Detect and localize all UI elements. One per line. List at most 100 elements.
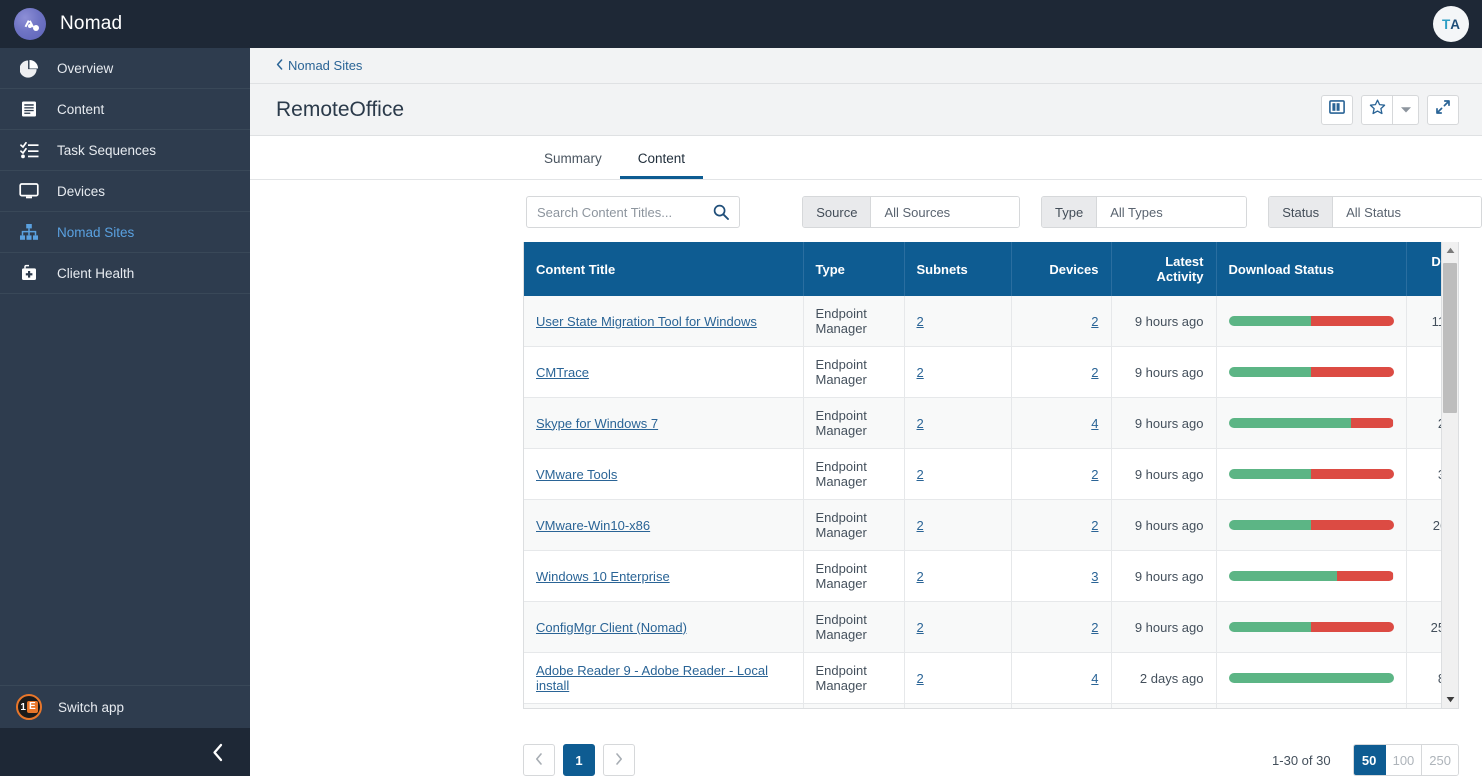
cell-download-status (1216, 448, 1407, 500)
tab-content[interactable]: Content (619, 151, 704, 179)
table-vertical-scrollbar[interactable] (1441, 242, 1458, 708)
cell-devices: 2 (1011, 499, 1112, 551)
scroll-up-arrow-icon[interactable] (1442, 242, 1458, 259)
cell-download-bytes: 4.62 GB (1406, 550, 1441, 602)
sidebar-item-task-sequences[interactable]: Task Sequences (0, 130, 250, 171)
content-title-link[interactable]: Skype for Windows 7 (536, 416, 658, 431)
avatar[interactable]: TA (1433, 6, 1469, 42)
scrollbar-track[interactable] (1442, 259, 1458, 691)
content-table: Content Title Type Subnets Devices Lates… (524, 242, 1441, 708)
subnets-link[interactable]: 2 (917, 518, 924, 533)
scroll-down-arrow-icon[interactable] (1442, 691, 1458, 708)
tab-summary[interactable]: Summary (526, 151, 620, 180)
column-header-devices[interactable]: Devices (1011, 242, 1112, 296)
download-status-bar (1228, 469, 1394, 479)
subnets-link[interactable]: 2 (917, 620, 924, 635)
cell-type: Endpoint Manager (803, 550, 905, 602)
cell-subnets: 2 (904, 346, 1012, 398)
one-e-logo-icon: 1E (16, 694, 42, 720)
pagination-controls: 1 (523, 744, 635, 776)
top-bar: TA (250, 0, 1482, 48)
devices-link[interactable]: 3 (1091, 569, 1098, 584)
sidebar-brand[interactable]: Nomad (0, 0, 250, 48)
content-title-link[interactable]: User State Migration Tool for Windows (536, 314, 757, 329)
sidebar-collapse-button[interactable] (0, 728, 250, 776)
cell-download-status (1216, 346, 1407, 398)
table-row: 2020-10 Cumulative Update for Windows 10… (524, 703, 1441, 708)
search-box[interactable] (526, 196, 741, 228)
pagination-page-1[interactable]: 1 (563, 744, 595, 776)
download-status-bar (1228, 673, 1394, 683)
column-header-download-bytes[interactable]: Download Bytes (1406, 242, 1441, 296)
page-size-100[interactable]: 100 (1385, 745, 1423, 775)
expand-button[interactable] (1427, 94, 1459, 125)
cell-download-status (1216, 499, 1407, 551)
page-size-250[interactable]: 250 (1422, 745, 1458, 775)
star-icon (1369, 99, 1386, 120)
panel-layout-button[interactable] (1321, 94, 1353, 125)
type-filter-select[interactable]: All Types (1097, 197, 1247, 227)
content-title-link[interactable]: ConfigMgr Client (Nomad) (536, 620, 687, 635)
devices-link[interactable]: 2 (1091, 314, 1098, 329)
filter-bar: Source All Sources Type All Types Status (250, 180, 1482, 242)
content-title-link[interactable]: VMware-Win10-x86 (536, 518, 650, 533)
devices-link[interactable]: 2 (1091, 365, 1098, 380)
pagination-next-button[interactable] (603, 744, 635, 776)
cell-content-title: VMware-Win10-x86 (524, 499, 804, 551)
pagination-prev-button[interactable] (523, 744, 555, 776)
content-title-link[interactable]: CMTrace (536, 365, 589, 380)
subnets-link[interactable]: 2 (917, 416, 924, 431)
sidebar-item-nomad-sites[interactable]: Nomad Sites (0, 212, 250, 253)
status-filter-select[interactable]: All Status (1333, 197, 1482, 227)
chevron-down-icon (1400, 101, 1412, 119)
main-area: TA Nomad Sites RemoteOffice Summary Cont… (250, 0, 1482, 776)
sidebar-item-client-health[interactable]: Client Health (0, 253, 250, 294)
table-row: CMTrace Endpoint Manager 2 2 9 hours ago 1.92… (524, 346, 1441, 398)
content-title-link[interactable]: Windows 10 Enterprise (536, 569, 670, 584)
devices-link[interactable]: 2 (1091, 620, 1098, 635)
table-header-row: Content Title Type Subnets Devices Lates… (524, 242, 1441, 296)
favorite-dropdown-button[interactable] (1393, 94, 1419, 125)
download-status-bar (1228, 316, 1394, 326)
table-row: User State Migration Tool for Windows End… (524, 296, 1441, 347)
devices-link[interactable]: 4 (1091, 416, 1098, 431)
cell-devices: 2 (1011, 346, 1112, 398)
tab-bar: Summary Content (250, 136, 1482, 180)
cell-subnets: 2 (904, 296, 1012, 347)
scrollbar-thumb[interactable] (1443, 263, 1457, 413)
subnets-link[interactable]: 2 (917, 467, 924, 482)
subnets-link[interactable]: 2 (917, 671, 924, 686)
sidebar-item-overview[interactable]: Overview (0, 48, 250, 89)
column-header-type[interactable]: Type (803, 242, 905, 296)
cell-latest-activity: 9 hours ago (1111, 448, 1217, 500)
devices-link[interactable]: 2 (1091, 467, 1098, 482)
sidebar-item-content[interactable]: Content (0, 89, 250, 130)
subnets-link[interactable]: 2 (917, 314, 924, 329)
source-filter-select[interactable]: All Sources (871, 197, 1019, 227)
content-title-link[interactable]: Adobe Reader 9 - Adobe Reader - Local in… (536, 663, 768, 693)
breadcrumb-label: Nomad Sites (288, 58, 363, 73)
search-icon[interactable] (713, 204, 730, 220)
column-header-subnets[interactable]: Subnets (904, 242, 1012, 296)
devices-link[interactable]: 2 (1091, 518, 1098, 533)
column-header-download-status[interactable]: Download Status (1216, 242, 1407, 296)
cell-latest-activity: 2 days ago (1111, 652, 1217, 704)
page-size-50[interactable]: 50 (1353, 745, 1386, 775)
breadcrumb-back-link[interactable]: Nomad Sites (276, 58, 362, 73)
subnets-link[interactable]: 2 (917, 365, 924, 380)
cell-download-status (1216, 601, 1407, 653)
cell-subnets: 2 (904, 601, 1012, 653)
devices-link[interactable]: 4 (1091, 671, 1098, 686)
sidebar-item-devices[interactable]: Devices (0, 171, 250, 212)
cell-download-bytes: 35.20 MB (1406, 448, 1441, 500)
switch-app-button[interactable]: 1E Switch app (0, 685, 250, 728)
subnets-link[interactable]: 2 (917, 569, 924, 584)
sidebar-item-label: Task Sequences (57, 142, 157, 158)
column-header-content-title[interactable]: Content Title (524, 242, 804, 296)
cell-latest-activity: 9 hours ago (1111, 499, 1217, 551)
search-input[interactable] (537, 204, 714, 220)
column-header-latest-activity[interactable]: Latest Activity (1111, 242, 1217, 296)
favorite-button[interactable] (1361, 94, 1393, 125)
status-filter: Status All Status (1268, 196, 1482, 228)
content-title-link[interactable]: VMware Tools (536, 467, 617, 482)
